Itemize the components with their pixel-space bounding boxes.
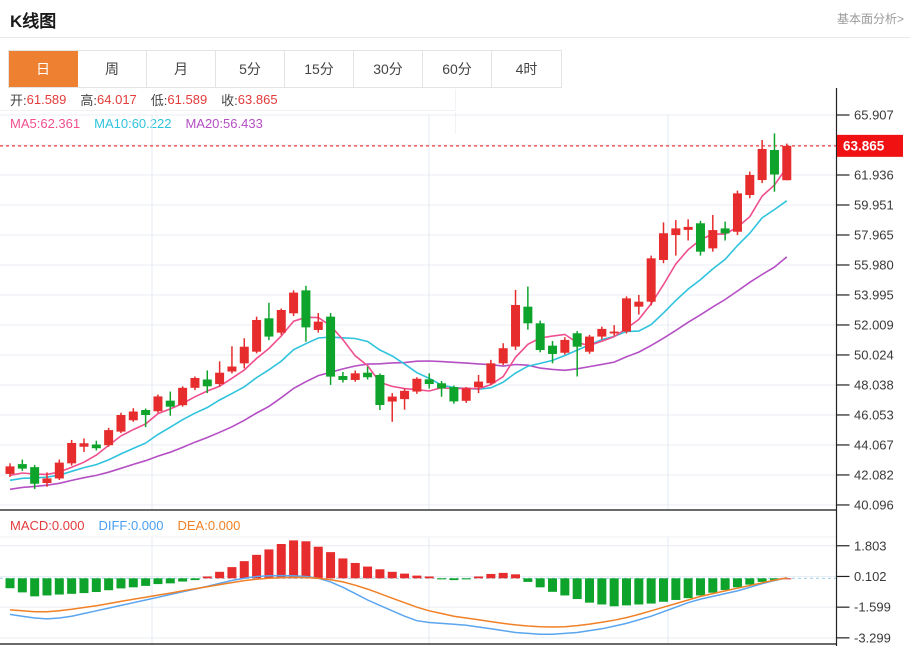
ma10-line xyxy=(10,201,787,481)
svg-text:50.024: 50.024 xyxy=(854,347,894,362)
svg-text:52.009: 52.009 xyxy=(854,317,894,332)
svg-text:46.053: 46.053 xyxy=(854,407,894,422)
current-price-tag: 63.865 xyxy=(837,135,904,157)
kline-page: K线图 基本面分析> 日周月5分15分30分60分4时 开: 61.589高: … xyxy=(0,0,910,648)
tab-day[interactable]: 日 xyxy=(9,51,78,87)
svg-text:0.102: 0.102 xyxy=(854,569,887,584)
tab-60min[interactable]: 60分 xyxy=(423,51,492,87)
tab-week[interactable]: 周 xyxy=(78,51,147,87)
dea-line xyxy=(10,577,787,627)
svg-text:61.936: 61.936 xyxy=(854,167,894,182)
macd-histogram xyxy=(6,540,792,606)
svg-text:63.865: 63.865 xyxy=(843,138,885,153)
header-divider xyxy=(0,37,910,38)
candlestick-series xyxy=(6,133,792,489)
svg-text:53.995: 53.995 xyxy=(854,287,894,302)
svg-text:55.980: 55.980 xyxy=(854,257,894,272)
ma-lines xyxy=(10,168,787,490)
ma5-line xyxy=(10,168,787,476)
tab-15min[interactable]: 15分 xyxy=(285,51,354,87)
svg-text:65.907: 65.907 xyxy=(854,108,894,123)
svg-text:40.096: 40.096 xyxy=(854,497,894,512)
tab-5min[interactable]: 5分 xyxy=(216,51,285,87)
svg-text:42.082: 42.082 xyxy=(854,467,894,482)
svg-text:1.803: 1.803 xyxy=(854,538,887,553)
svg-text:44.067: 44.067 xyxy=(854,437,894,452)
kline-chart[interactable]: 65.907 61.936 59.951 57.965 55.980 53.995 52.0… xyxy=(0,88,910,648)
tab-4hour[interactable]: 4时 xyxy=(492,51,561,87)
svg-text:57.965: 57.965 xyxy=(854,227,894,242)
period-tabs: 日周月5分15分30分60分4时 xyxy=(8,50,562,88)
ma20-line xyxy=(10,257,787,489)
tab-30min[interactable]: 30分 xyxy=(354,51,423,87)
svg-text:59.951: 59.951 xyxy=(854,197,894,212)
page-title: K线图 xyxy=(10,7,56,32)
svg-text:48.038: 48.038 xyxy=(854,377,894,392)
tab-month[interactable]: 月 xyxy=(147,51,216,87)
fundamental-analysis-link[interactable]: 基本面分析> xyxy=(837,10,904,27)
svg-text:-3.299: -3.299 xyxy=(854,630,891,645)
svg-text:-1.599: -1.599 xyxy=(854,600,891,615)
